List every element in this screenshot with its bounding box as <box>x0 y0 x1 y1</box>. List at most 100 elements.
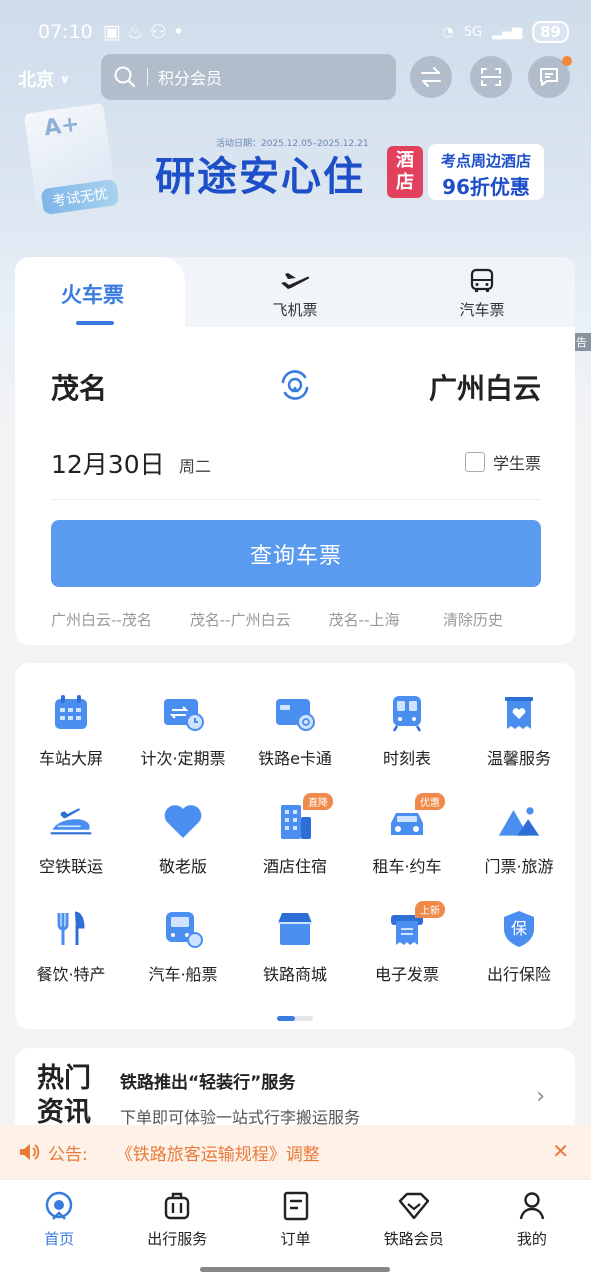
scan-icon <box>481 68 501 86</box>
order-icon <box>283 1191 308 1221</box>
speaker-icon <box>20 1144 40 1160</box>
home-indicator[interactable] <box>200 1267 390 1272</box>
chevron-right-icon: › <box>536 1084 545 1109</box>
service-care[interactable]: 温馨服务 <box>463 691 575 769</box>
service-dining[interactable]: 餐饮·特产 <box>15 907 127 985</box>
switch-button[interactable] <box>410 56 452 98</box>
service-air-rail[interactable]: 空铁联运 <box>15 799 127 877</box>
search-placeholder: 积分会员 <box>158 69 223 88</box>
svg-text:保: 保 <box>511 919 527 938</box>
service-badge: 上新 <box>415 901 445 918</box>
unread-dot <box>562 56 572 66</box>
status-bar: 07:10 ▣ ♨ ⚇ • ◔ 5G ▂▄▆ 89 <box>38 18 569 46</box>
form-divider <box>51 499 541 500</box>
tab-plane[interactable]: 飞机票 <box>240 267 350 320</box>
offer-line1: 考点周边酒店 <box>440 152 531 170</box>
search-divider <box>147 68 148 86</box>
tab-bus[interactable]: 汽车票 <box>427 267 537 320</box>
promo-banner[interactable]: A+ 考试无忧 活动日期：2025.12.05–2025.12.21 研途安心住… <box>0 100 591 351</box>
air-rail-icon <box>50 808 92 835</box>
grid-pager <box>277 1016 313 1021</box>
nav-travel-label: 出行服务 <box>147 1230 208 1248</box>
heart-icon <box>164 805 202 838</box>
ticket-search-card: 火车票 飞机票 汽车票 茂名 广州白云 12月30日 周二 学生票 查询车票 广… <box>15 257 575 645</box>
service-label: 温馨服务 <box>486 749 551 768</box>
notification-icons: ▣ ♨ ⚇ • <box>102 21 185 43</box>
service-label: 酒店住宿 <box>262 857 327 876</box>
nav-mine-label: 我的 <box>516 1230 547 1248</box>
nav-travel[interactable]: 出行服务 <box>118 1180 236 1259</box>
history-item[interactable]: 茂名--上海 <box>329 609 400 631</box>
service-label: 租车·约车 <box>372 857 442 876</box>
search-history: 广州白云--茂名 茂名--广州白云 茂名--上海 茂 清除历史 <box>51 609 541 631</box>
switch-arrows-icon <box>421 67 441 87</box>
scan-button[interactable] <box>470 56 512 98</box>
service-label: 空铁联运 <box>38 857 103 876</box>
nav-mine[interactable]: 我的 <box>473 1180 591 1259</box>
insurance-icon: 保 <box>504 911 534 947</box>
service-elderly[interactable]: 敬老版 <box>127 799 239 877</box>
offer-line2: 96折优惠 <box>442 175 530 199</box>
service-shop[interactable]: 铁路商城 <box>239 907 351 985</box>
service-timetable[interactable]: 时刻表 <box>351 691 463 769</box>
query-tickets-button[interactable]: 查询车票 <box>51 520 541 587</box>
tab-plane-label: 飞机票 <box>272 301 318 319</box>
service-bus-ship[interactable]: 汽车·船票 <box>127 907 239 985</box>
nav-home[interactable]: 首页 <box>0 1180 118 1259</box>
period-ticket-icon <box>164 699 204 731</box>
news-title: 铁路推出“轻装行”服务 <box>120 1073 296 1093</box>
notice-bar[interactable]: 公告: 《铁路旅客运输规程》调整 ✕ <box>0 1125 591 1179</box>
service-insurance[interactable]: 保 出行保险 <box>463 907 575 985</box>
wifi-icon: ◔ <box>442 24 454 40</box>
service-badge: 直降 <box>303 793 333 810</box>
service-label: 铁路商城 <box>262 965 327 984</box>
nav-home-label: 首页 <box>44 1230 75 1248</box>
service-label: 汽车·船票 <box>148 965 218 984</box>
close-icon[interactable]: ✕ <box>552 1139 569 1163</box>
service-invoice[interactable]: 上新 电子发票 <box>351 901 463 985</box>
service-label: 电子发票 <box>374 965 439 984</box>
service-period-ticket[interactable]: 计次·定期票 <box>127 691 239 769</box>
hotel-badge-line1: 酒 <box>396 150 414 171</box>
tab-train[interactable]: 火车票 <box>15 257 185 327</box>
home-icon <box>45 1191 73 1220</box>
city-selector[interactable]: 北京 ∨ <box>18 66 70 92</box>
swap-stations-button[interactable] <box>275 365 315 405</box>
nav-orders[interactable]: 订单 <box>236 1180 354 1259</box>
tab-indicator <box>76 321 114 325</box>
rail-card-icon <box>276 699 315 731</box>
grade-graphic: A+ <box>42 111 82 142</box>
search-input[interactable]: 积分会员 <box>101 54 396 100</box>
notice-text[interactable]: 《铁路旅客运输规程》调整 <box>116 1140 320 1165</box>
nav-member[interactable]: 铁路会员 <box>355 1180 473 1259</box>
banner-title: 研途安心住 <box>155 154 365 200</box>
service-label: 门票·旅游 <box>484 857 554 876</box>
service-rail-card[interactable]: 铁路e卡通 <box>239 691 351 769</box>
network-label: 5G <box>463 24 483 40</box>
service-tourism[interactable]: 门票·旅游 <box>463 799 575 877</box>
to-station[interactable]: 广州白云 <box>429 367 541 407</box>
message-button[interactable] <box>528 56 572 98</box>
service-label: 餐饮·特产 <box>36 965 106 984</box>
bus-ship-icon <box>166 912 203 948</box>
tab-train-label: 火车票 <box>61 283 124 307</box>
from-station[interactable]: 茂名 <box>51 367 107 407</box>
student-checkbox[interactable] <box>464 452 485 472</box>
luggage-icon <box>165 1192 190 1220</box>
service-car[interactable]: 优惠 租车·约车 <box>351 793 463 877</box>
chevron-down-icon: ∨ <box>60 72 70 86</box>
date-row[interactable]: 12月30日 周二 学生票 <box>51 445 541 479</box>
history-item[interactable]: 广州白云--茂名 <box>51 609 152 631</box>
city-label: 北京 <box>18 70 54 91</box>
student-ticket-toggle[interactable]: 学生票 <box>464 450 541 474</box>
travel-date[interactable]: 12月30日 <box>51 445 165 481</box>
travel-weekday: 周二 <box>179 457 212 476</box>
clear-history-button[interactable]: 清除历史 <box>436 609 503 630</box>
service-badge: 优惠 <box>415 793 445 810</box>
hot-news-logo: 热门 资讯 <box>37 1062 97 1130</box>
banner-offer: 考点周边酒店 96折优惠 <box>428 144 544 200</box>
service-station-screen[interactable]: 车站大屏 <box>15 691 127 769</box>
top-header: 北京 ∨ 积分会员 <box>0 54 591 100</box>
history-item[interactable]: 茂名--广州白云 <box>190 609 291 631</box>
service-hotel[interactable]: 直降 酒店住宿 <box>239 793 351 877</box>
